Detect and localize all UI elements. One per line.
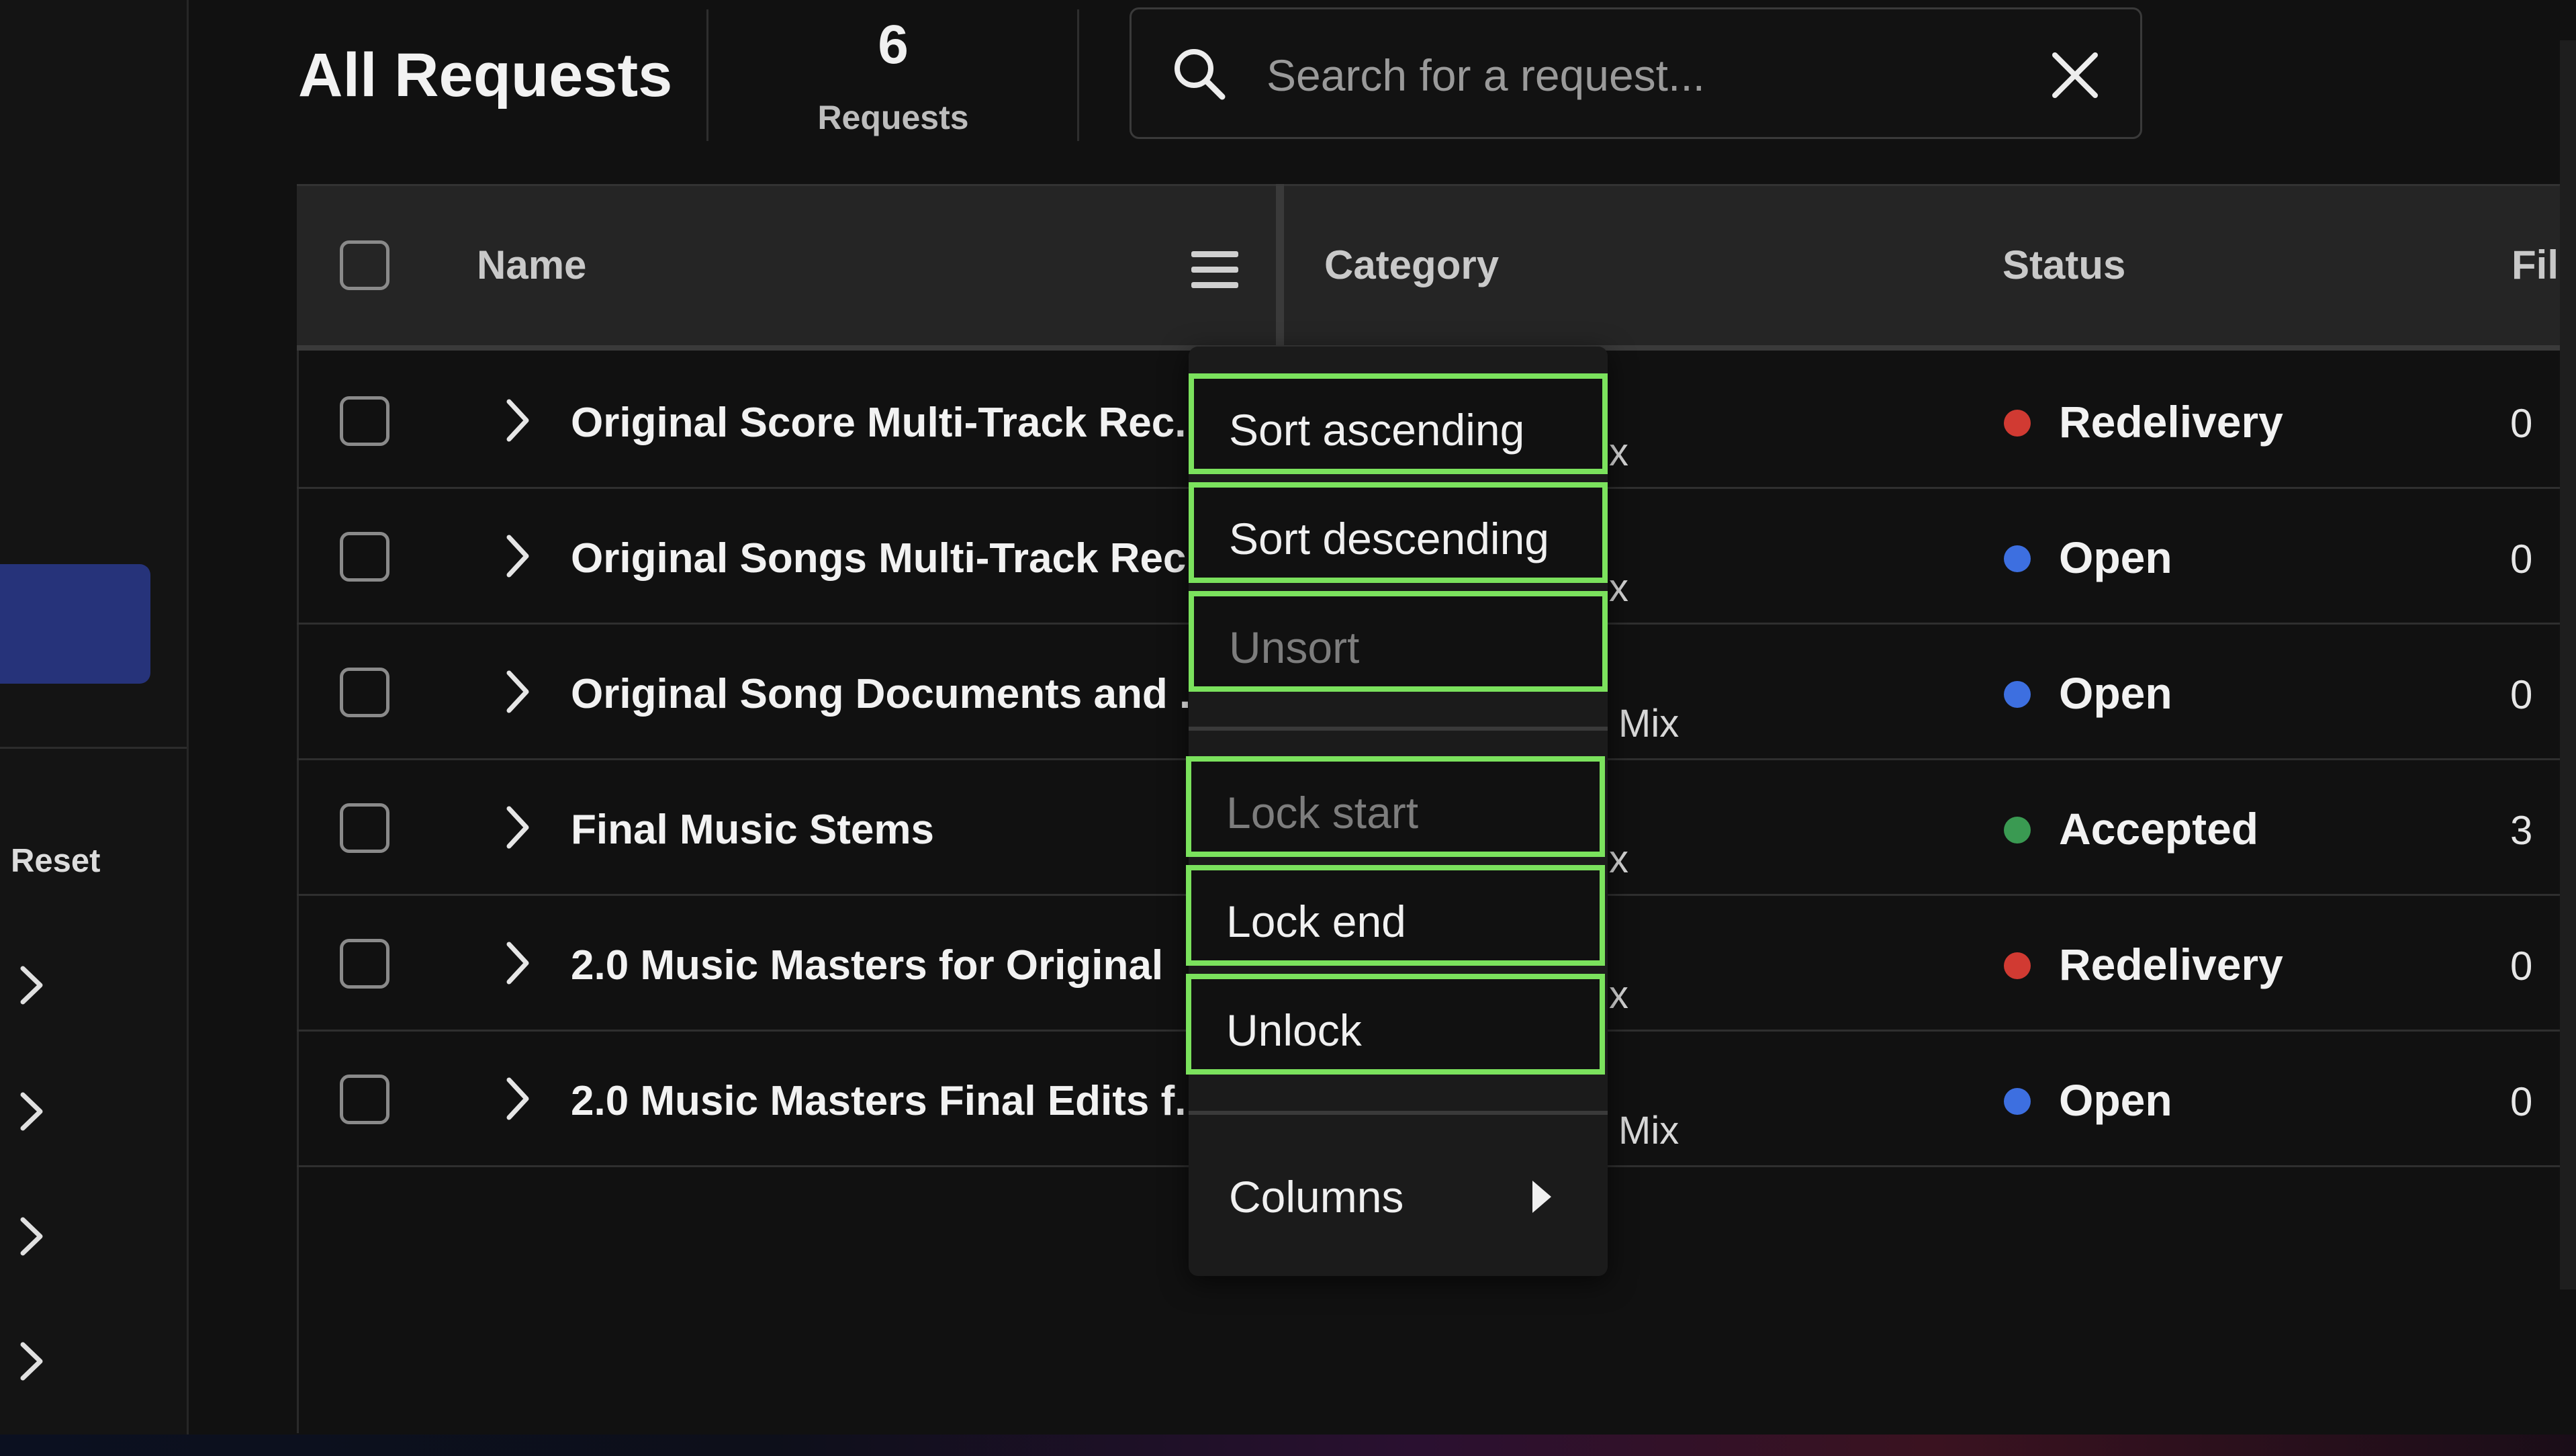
menu-item-lock-end[interactable]: Lock end [1186, 865, 1605, 966]
menu-item-label: Lock end [1226, 897, 1406, 946]
category-value: Mix [1618, 1109, 1680, 1152]
header-divider [706, 9, 708, 141]
chevron-right-icon[interactable] [501, 396, 535, 445]
column-header-category[interactable]: Category [1324, 242, 1499, 288]
column-header-name[interactable]: Name [477, 242, 586, 288]
request-name[interactable]: 2.0 Music Masters for Original [571, 942, 1189, 989]
menu-item-lock-start[interactable]: Lock start [1186, 756, 1605, 857]
file-count: 3 [2510, 808, 2533, 853]
menu-item-columns[interactable]: Columns [1229, 1171, 1404, 1222]
menu-item-label: Sort descending [1229, 514, 1549, 563]
status-badge: Redelivery [2059, 940, 2283, 989]
menu-item-unlock[interactable]: Unlock [1186, 974, 1605, 1075]
sidebar-divider [0, 747, 187, 749]
menu-item-label: Unlock [1226, 1005, 1362, 1055]
status-badge: Open [2059, 668, 2172, 718]
chevron-right-icon[interactable] [501, 939, 535, 987]
status-dot [2004, 410, 2031, 437]
header-divider [1077, 9, 1079, 141]
status-badge: Open [2059, 533, 2172, 582]
column-header-status[interactable]: Status [2003, 242, 2125, 288]
reset-button[interactable]: Reset [11, 842, 100, 880]
menu-item-sort-descending[interactable]: Sort descending [1189, 482, 1608, 583]
menu-divider [1189, 1111, 1608, 1115]
category-value: x [1609, 973, 1628, 1017]
category-value: x [1609, 430, 1628, 474]
status-dot [2004, 681, 2031, 708]
status-dot [2004, 952, 2031, 979]
row-checkbox[interactable] [340, 532, 389, 582]
column-header-files[interactable]: Fil [2512, 242, 2559, 288]
status-dot [2004, 817, 2031, 844]
page-title: All Requests [298, 41, 673, 109]
file-count: 0 [2510, 537, 2533, 582]
sidebar-active-item[interactable] [0, 564, 150, 684]
chevron-right-icon[interactable] [15, 1213, 48, 1260]
status-badge: Redelivery [2059, 397, 2283, 447]
request-name[interactable]: Final Music Stems [571, 806, 1189, 854]
chevron-right-icon[interactable] [501, 1075, 535, 1123]
category-value: x [1609, 837, 1628, 881]
status-badge: Accepted [2059, 804, 2259, 854]
chevron-right-icon[interactable] [15, 1088, 48, 1135]
menu-item-label: Sort ascending [1229, 405, 1525, 455]
chevron-right-icon[interactable] [501, 668, 535, 716]
request-count: 6 [878, 14, 909, 75]
request-name[interactable]: Original Song Documents and ... [571, 670, 1189, 718]
status-dot [2004, 1088, 2031, 1115]
file-count: 0 [2510, 1079, 2533, 1124]
row-checkbox[interactable] [340, 396, 389, 446]
status-badge: Open [2059, 1075, 2172, 1125]
request-count-label: Requests [817, 99, 969, 136]
menu-item-label: Unsort [1229, 623, 1360, 672]
desktop-background [0, 1435, 2576, 1456]
search-icon [1175, 49, 1226, 100]
request-name[interactable]: 2.0 Music Masters Final Edits f... [571, 1077, 1189, 1125]
row-checkbox[interactable] [340, 1075, 389, 1124]
chevron-right-icon[interactable] [501, 803, 535, 852]
chevron-right-icon[interactable] [501, 532, 535, 580]
row-checkbox[interactable] [340, 803, 389, 853]
menu-item-sort-ascending[interactable]: Sort ascending [1189, 373, 1608, 474]
scrollbar[interactable] [2560, 40, 2576, 1289]
menu-item-unsort[interactable]: Unsort [1189, 591, 1608, 692]
close-icon[interactable] [2048, 48, 2102, 102]
row-checkbox[interactable] [340, 668, 389, 717]
row-checkbox[interactable] [340, 939, 389, 989]
menu-divider [1189, 727, 1608, 731]
menu-item-label: Lock start [1226, 788, 1419, 837]
status-dot [2004, 545, 2031, 572]
request-name[interactable]: Original Score Multi-Track Rec... [571, 399, 1189, 447]
search-input[interactable] [1265, 38, 2007, 113]
column-resize-handle[interactable] [1276, 184, 1284, 351]
chevron-right-icon[interactable] [15, 1338, 48, 1385]
request-name[interactable]: Original Songs Multi-Track Rec [571, 535, 1189, 582]
file-count: 0 [2510, 944, 2533, 989]
select-all-checkbox[interactable] [340, 240, 389, 290]
file-count: 0 [2510, 672, 2533, 717]
column-menu-icon[interactable] [1189, 248, 1241, 291]
sidebar: Reset [0, 0, 189, 1456]
category-value: Mix [1618, 702, 1680, 745]
chevron-right-icon[interactable] [15, 962, 48, 1009]
category-value: x [1609, 566, 1628, 610]
file-count: 0 [2510, 401, 2533, 446]
caret-right-icon [1532, 1181, 1551, 1213]
